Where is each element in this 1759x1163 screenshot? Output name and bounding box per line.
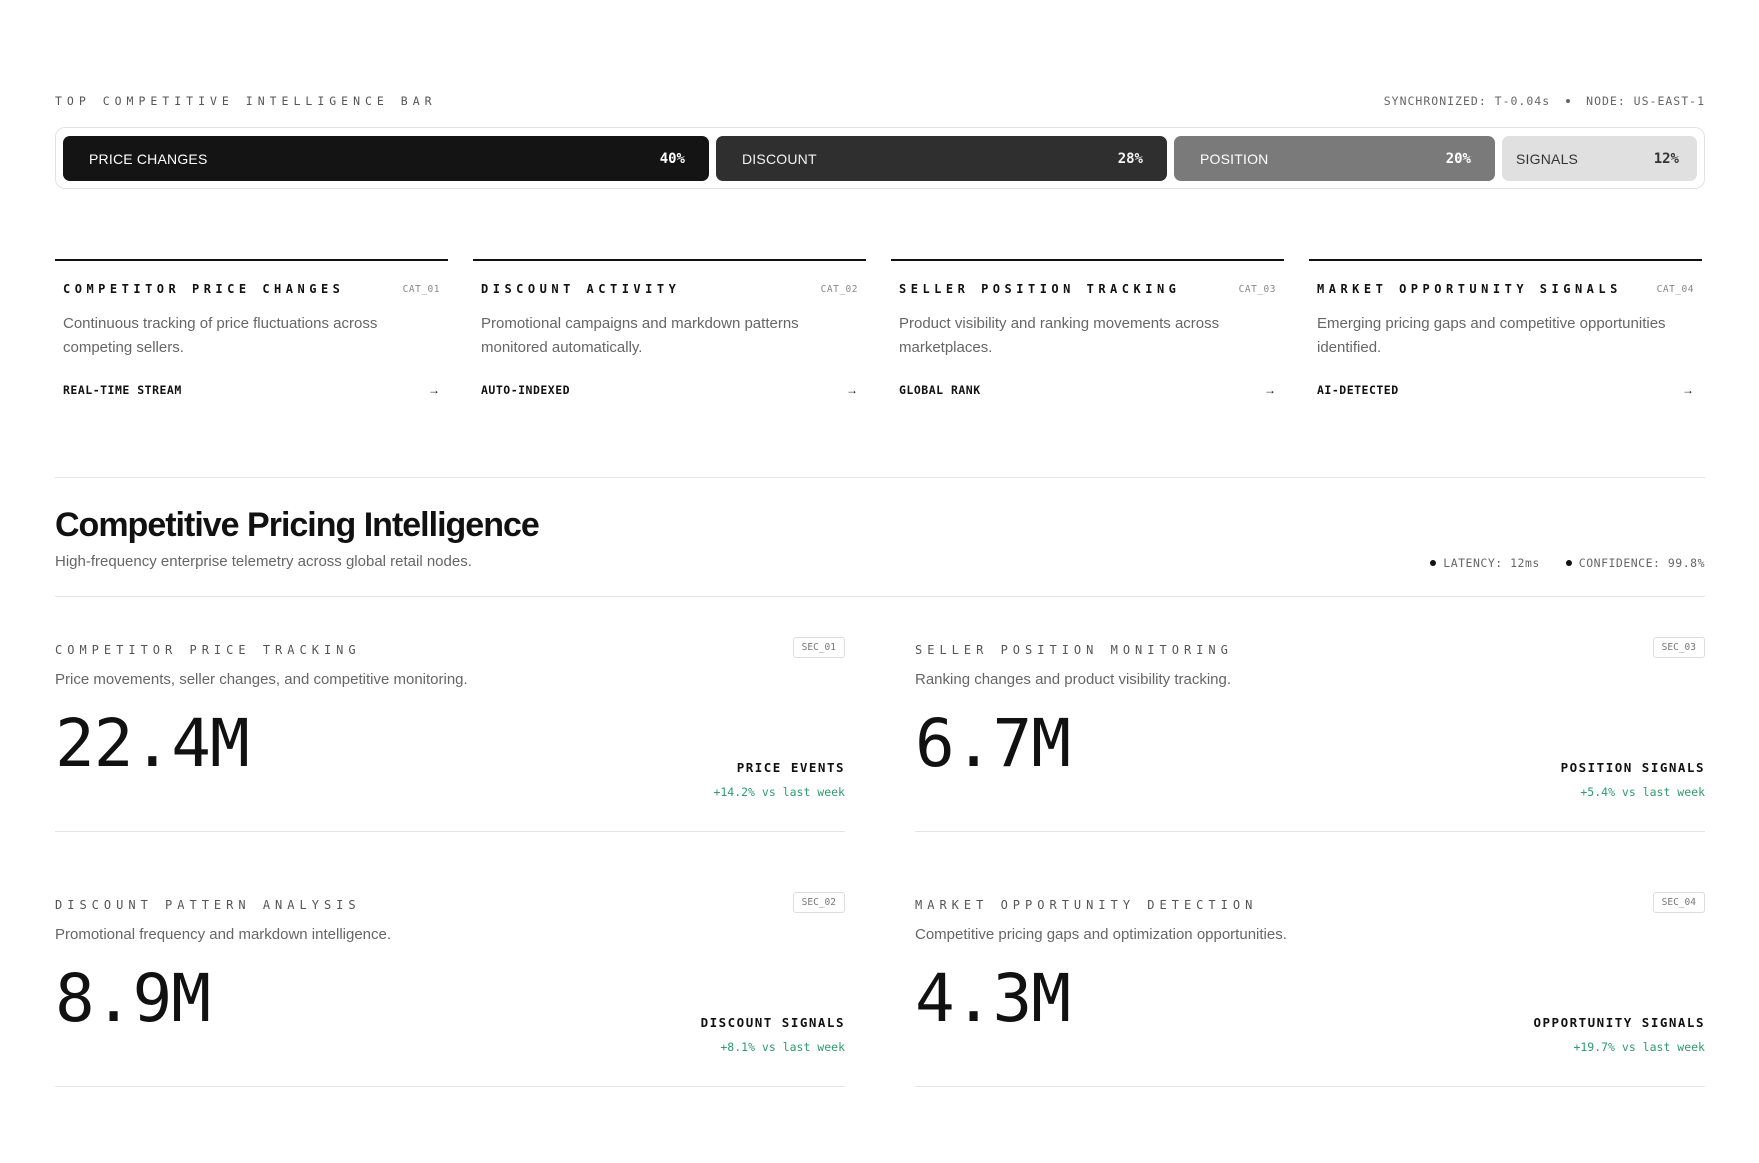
category-code: CAT_02	[820, 283, 858, 295]
top-bar-title: TOP COMPETITIVE INTELLIGENCE BAR	[55, 94, 437, 108]
segment-price-changes[interactable]: PRICE CHANGES 40%	[63, 136, 709, 181]
category-link[interactable]: GLOBAL RANK →	[899, 383, 1276, 397]
section-divider	[55, 596, 1705, 597]
panel-code-badge: SEC_04	[1652, 892, 1705, 913]
confidence-text: CONFIDENCE: 99.8%	[1578, 556, 1705, 570]
panel-metric-delta: +14.2% vs last week	[713, 785, 845, 799]
panel-metric-delta: +5.4% vs last week	[1580, 785, 1705, 799]
top-bar-meta: SYNCHRONIZED: T-0.04s NODE: US-EAST-1	[1384, 94, 1705, 108]
confidence-indicator: CONFIDENCE: 99.8%	[1565, 556, 1705, 570]
category-tag: REAL-TIME STREAM	[63, 383, 182, 397]
panel-code-badge: SEC_03	[1652, 637, 1705, 658]
arrow-right-icon: →	[428, 383, 440, 397]
segment-value: 40%	[659, 150, 685, 167]
category-card-seller-position[interactable]: SELLER POSITION TRACKING CAT_03 Product …	[891, 259, 1284, 409]
panel-metric-label: PRICE EVENTS	[736, 760, 845, 775]
panel-metric-value: 8.9M	[55, 960, 211, 1037]
category-link[interactable]: AI-DETECTED →	[1317, 383, 1694, 397]
panel-divider	[915, 1086, 1705, 1087]
page-title: Competitive Pricing Intelligence	[55, 506, 540, 544]
category-tag: GLOBAL RANK	[899, 383, 981, 397]
category-cards: COMPETITOR PRICE CHANGES CAT_01 Continuo…	[55, 259, 1705, 409]
panel-description: Price movements, seller changes, and com…	[55, 671, 468, 688]
category-tag: AUTO-INDEXED	[481, 383, 571, 397]
segment-value: 20%	[1445, 150, 1471, 167]
panel-metric-value: 6.7M	[915, 705, 1071, 782]
section-divider	[55, 477, 1705, 478]
category-title: COMPETITOR PRICE CHANGES	[63, 282, 345, 296]
arrow-right-icon: →	[846, 383, 858, 397]
category-title: MARKET OPPORTUNITY SIGNALS	[1317, 282, 1622, 296]
panel-description: Ranking changes and product visibility t…	[915, 671, 1232, 688]
segment-label: SIGNALS	[1516, 150, 1579, 167]
segment-value: 12%	[1653, 150, 1679, 167]
arrow-right-icon: →	[1682, 383, 1694, 397]
telemetry-meta: LATENCY: 12ms CONFIDENCE: 99.8%	[1430, 556, 1705, 570]
category-card-header: SELLER POSITION TRACKING CAT_03	[899, 282, 1276, 296]
distribution-bar: PRICE CHANGES 40% DISCOUNT 28% POSITION …	[55, 127, 1705, 189]
category-card-discount[interactable]: DISCOUNT ACTIVITY CAT_02 Promotional cam…	[473, 259, 866, 409]
panel-title: SELLER POSITION MONITORING	[915, 643, 1233, 657]
panel-metric-value: 4.3M	[915, 960, 1071, 1037]
panel-metric-label: OPPORTUNITY SIGNALS	[1533, 1015, 1705, 1030]
panel-title: MARKET OPPORTUNITY DETECTION	[915, 898, 1258, 912]
panel-metric-delta: +19.7% vs last week	[1573, 1040, 1705, 1054]
latency-text: LATENCY: 12ms	[1443, 556, 1540, 570]
panel-metric-delta: +8.1% vs last week	[720, 1040, 845, 1054]
category-code: CAT_04	[1656, 283, 1694, 295]
status-dot-icon	[1565, 560, 1572, 566]
category-link[interactable]: AUTO-INDEXED →	[481, 383, 858, 397]
metric-panel-discount-pattern[interactable]: DISCOUNT PATTERN ANALYSIS SEC_02 Promoti…	[55, 888, 845, 1143]
category-card-header: COMPETITOR PRICE CHANGES CAT_01	[63, 282, 440, 296]
top-bar-header: TOP COMPETITIVE INTELLIGENCE BAR SYNCHRO…	[55, 92, 1705, 110]
category-card-price-changes[interactable]: COMPETITOR PRICE CHANGES CAT_01 Continuo…	[55, 259, 448, 409]
panel-metric-label: POSITION SIGNALS	[1560, 760, 1705, 775]
node-status: NODE: US-EAST-1	[1586, 94, 1705, 108]
metric-panel-price-tracking[interactable]: COMPETITOR PRICE TRACKING SEC_01 Price m…	[55, 633, 845, 888]
sync-status: SYNCHRONIZED: T-0.04s	[1383, 94, 1551, 108]
panel-metric-value: 22.4M	[55, 705, 250, 782]
panel-divider	[55, 831, 845, 832]
segment-signals[interactable]: SIGNALS 12%	[1502, 136, 1697, 181]
panel-description: Promotional frequency and markdown intel…	[55, 926, 392, 943]
panel-description: Competitive pricing gaps and optimizatio…	[915, 926, 1287, 943]
category-description: Product visibility and ranking movements…	[899, 315, 1220, 356]
segment-value: 28%	[1117, 150, 1143, 167]
segment-position[interactable]: POSITION 20%	[1174, 136, 1495, 181]
panel-divider	[55, 1086, 845, 1087]
panel-metric-label: DISCOUNT SIGNALS	[700, 1015, 845, 1030]
category-card-header: DISCOUNT ACTIVITY CAT_02	[481, 282, 858, 296]
page-subtitle: High-frequency enterprise telemetry acro…	[55, 553, 472, 570]
panel-code-badge: SEC_01	[792, 637, 845, 658]
metric-panel-market-opportunity[interactable]: MARKET OPPORTUNITY DETECTION SEC_04 Comp…	[915, 888, 1705, 1143]
panel-code-badge: SEC_02	[792, 892, 845, 913]
segment-label: POSITION	[1200, 150, 1269, 167]
arrow-right-icon: →	[1264, 383, 1276, 397]
panel-divider	[915, 831, 1705, 832]
category-title: SELLER POSITION TRACKING	[899, 282, 1181, 296]
segment-label: PRICE CHANGES	[89, 150, 208, 167]
panel-title: DISCOUNT PATTERN ANALYSIS	[55, 898, 361, 912]
metric-panel-seller-position[interactable]: SELLER POSITION MONITORING SEC_03 Rankin…	[915, 633, 1705, 888]
status-dot-icon	[1430, 560, 1437, 566]
latency-indicator: LATENCY: 12ms	[1430, 556, 1540, 570]
category-title: DISCOUNT ACTIVITY	[481, 282, 681, 296]
category-card-market-opportunity[interactable]: MARKET OPPORTUNITY SIGNALS CAT_04 Emergi…	[1309, 259, 1702, 409]
segment-discount[interactable]: DISCOUNT 28%	[716, 136, 1167, 181]
panel-title: COMPETITOR PRICE TRACKING	[55, 643, 361, 657]
category-code: CAT_03	[1238, 283, 1276, 295]
category-code: CAT_01	[402, 283, 440, 295]
category-description: Continuous tracking of price fluctuation…	[63, 315, 378, 356]
category-link[interactable]: REAL-TIME STREAM →	[63, 383, 440, 397]
separator-dot-icon	[1566, 99, 1571, 103]
segment-label: DISCOUNT	[742, 150, 817, 167]
category-description: Emerging pricing gaps and competitive op…	[1317, 315, 1666, 356]
category-description: Promotional campaigns and markdown patte…	[481, 315, 799, 356]
category-card-header: MARKET OPPORTUNITY SIGNALS CAT_04	[1317, 282, 1694, 296]
category-tag: AI-DETECTED	[1317, 383, 1399, 397]
